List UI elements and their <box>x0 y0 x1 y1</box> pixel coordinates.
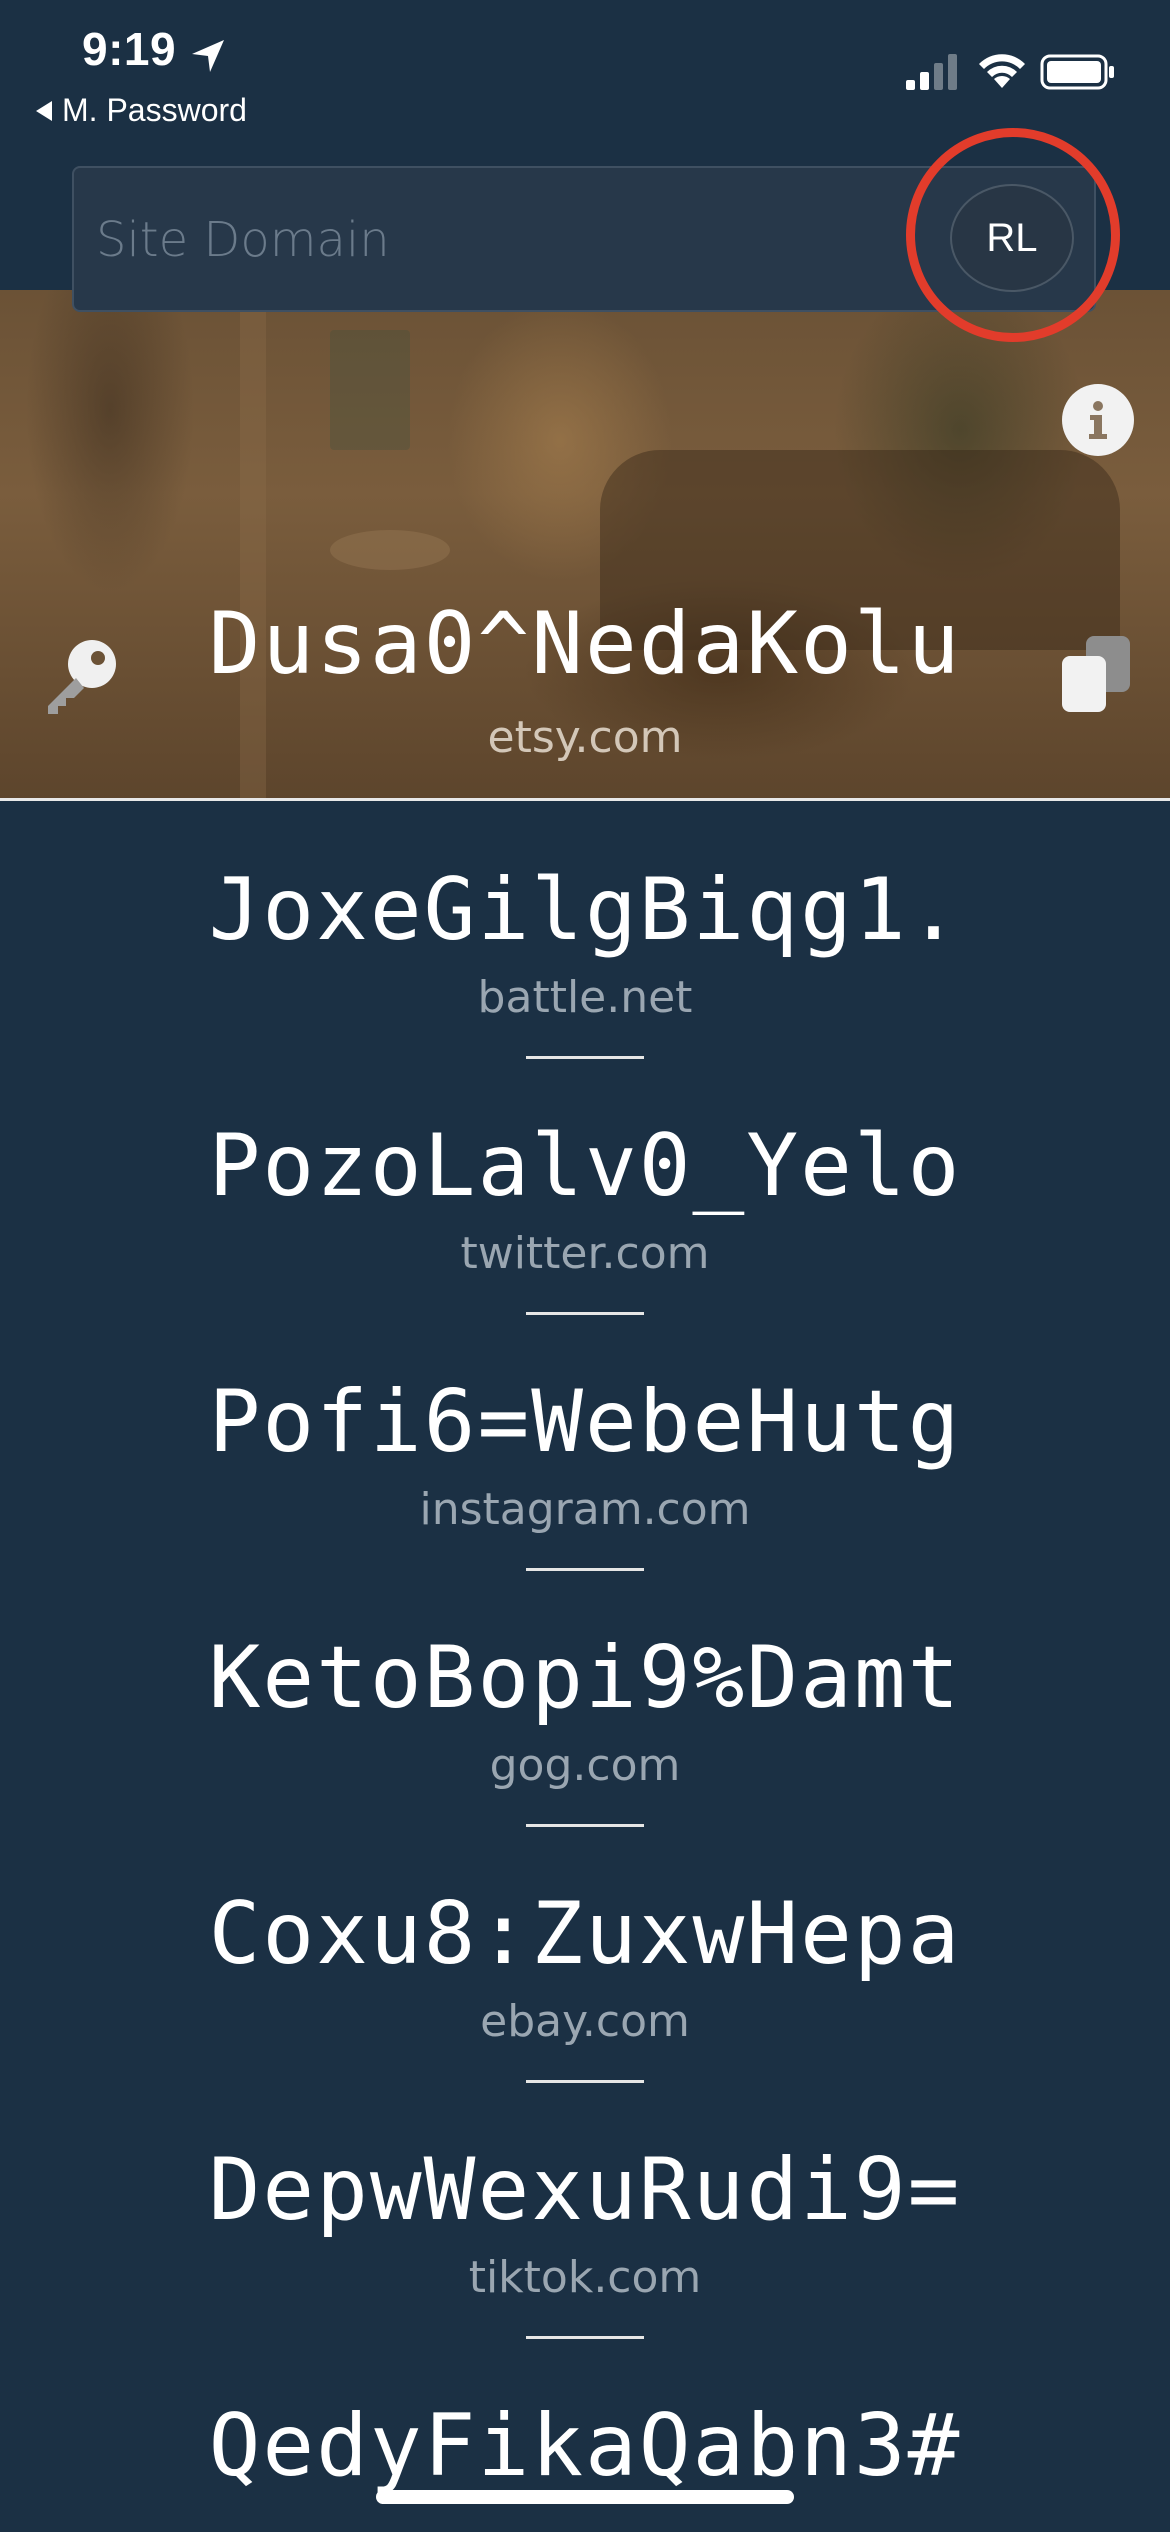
item-separator <box>526 2080 644 2083</box>
back-to-app-button[interactable]: M. Password <box>36 92 247 129</box>
site-domain-label: ebay.com <box>480 1996 690 2047</box>
site-domain-label: twitter.com <box>460 1228 710 1279</box>
status-time: 9:19 <box>82 23 177 75</box>
cellular-signal-icon <box>906 54 957 90</box>
password-list-item[interactable]: DepwWexuRudi9= tiktok.com <box>0 2140 1170 2398</box>
highlight-ring <box>906 128 1120 342</box>
site-domain-input[interactable] <box>96 200 926 280</box>
password-text[interactable]: Coxu8:ZuxwHepa <box>0 1884 1170 1984</box>
password-text[interactable]: JoxeGilgBiqg1. <box>0 860 1170 960</box>
info-icon <box>1089 401 1107 439</box>
item-separator <box>526 1056 644 1059</box>
hero-divider <box>0 798 1170 801</box>
status-bar: 9:19 M. Password <box>0 0 1170 150</box>
password-text[interactable]: KetoBopi9%Damt <box>0 1628 1170 1728</box>
password-list-item[interactable]: Pofi6=WebeHutg instagram.com <box>0 1372 1170 1630</box>
wifi-icon <box>979 54 1025 88</box>
item-separator <box>526 1312 644 1315</box>
password-text[interactable]: DepwWexuRudi9= <box>0 2140 1170 2240</box>
selected-password[interactable]: Dusa0^NedaKolu <box>0 594 1170 694</box>
key-icon[interactable] <box>40 632 124 716</box>
app-screen: 9:19 M. Password Dusa0^NedaKolu etsy.com… <box>0 0 1170 2532</box>
item-separator <box>526 2336 644 2339</box>
password-list-item[interactable]: KetoBopi9%Damt gog.com <box>0 1628 1170 1886</box>
password-list-item[interactable]: Coxu8:ZuxwHepa ebay.com <box>0 1884 1170 2142</box>
copy-icon[interactable] <box>1058 632 1138 716</box>
back-triangle-icon <box>36 100 52 121</box>
password-text[interactable]: PozoLalv0_Yelo <box>0 1116 1170 1216</box>
back-app-label: M. Password <box>62 92 247 128</box>
password-text[interactable]: Pofi6=WebeHutg <box>0 1372 1170 1472</box>
password-text[interactable]: QedyFikaQabn3# <box>0 2396 1170 2496</box>
password-list-item[interactable]: JoxeGilgBiqg1. battle.net <box>0 860 1170 1118</box>
site-domain-label: gog.com <box>489 1740 681 1791</box>
home-indicator[interactable] <box>376 2490 794 2504</box>
password-list-item[interactable]: PozoLalv0_Yelo twitter.com <box>0 1116 1170 1374</box>
site-domain-label: battle.net <box>477 972 693 1023</box>
item-separator <box>526 1568 644 1571</box>
selected-site: etsy.com <box>487 712 683 763</box>
battery-icon <box>1040 54 1114 90</box>
site-domain-label: tiktok.com <box>468 2252 702 2303</box>
info-button[interactable] <box>1062 384 1134 456</box>
password-list-item[interactable]: QedyFikaQabn3# <box>0 2396 1170 2532</box>
item-separator <box>526 1824 644 1827</box>
location-arrow-icon <box>192 40 224 72</box>
site-domain-label: instagram.com <box>419 1484 751 1535</box>
